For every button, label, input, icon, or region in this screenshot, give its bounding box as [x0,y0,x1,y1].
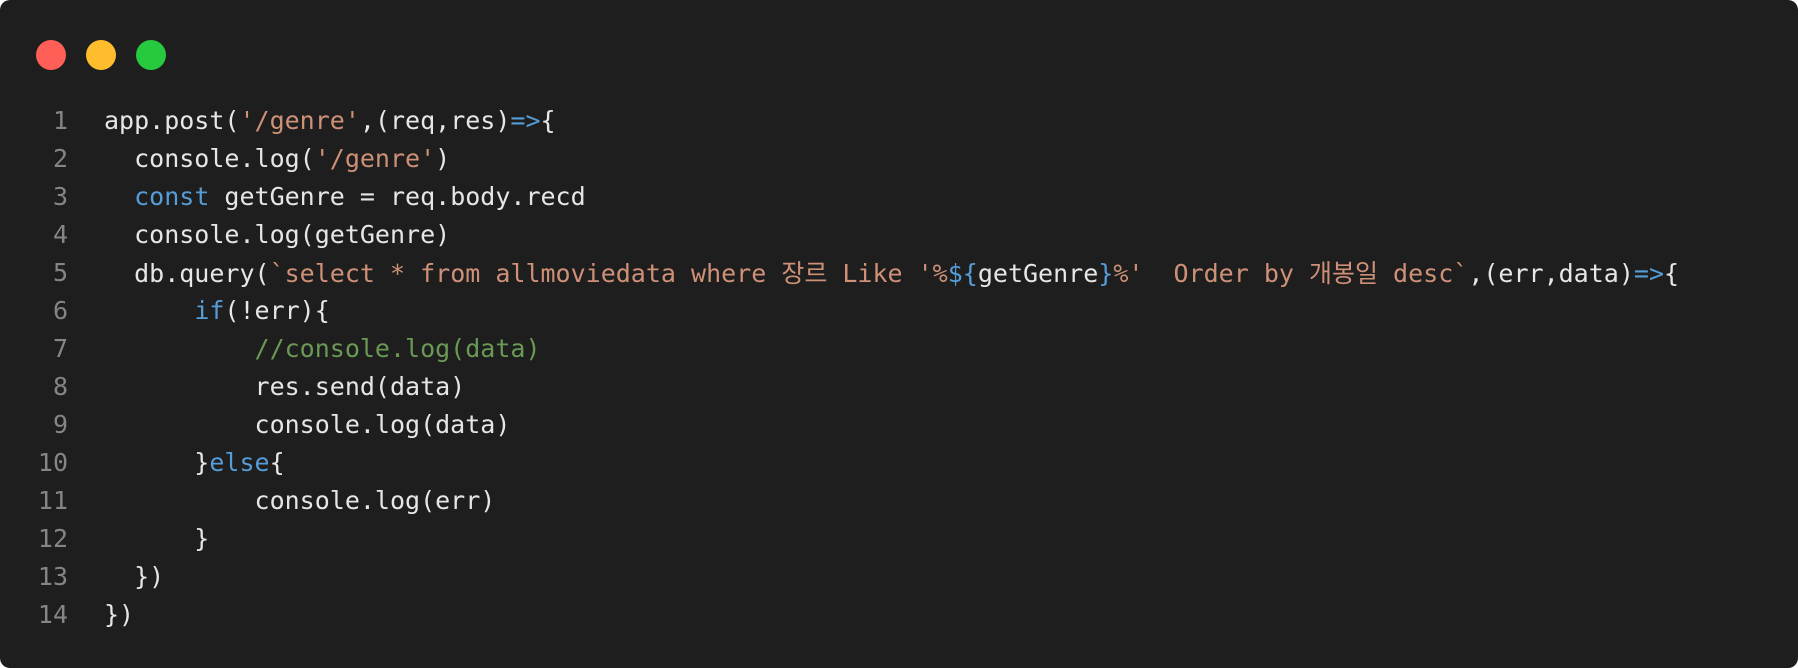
code-token: getGenre [977,259,1099,288]
code-token: } [1098,259,1114,288]
line-number: 3 [52,181,68,211]
code-token: `select * from allmoviedata where 장르 Lik… [269,259,948,288]
line-number: 9 [52,409,68,439]
line-number: 7 [52,333,68,363]
code-token: app.post( [104,105,240,135]
code-line: 13 }) [0,557,1798,595]
code-line: 6 if(!err){ [0,291,1798,329]
code-token: { [540,105,556,135]
code-token: { [269,447,285,477]
code-token: { [1664,259,1680,288]
code-block: 1 app.post('/genre',(req,res)=>{2 console… [0,101,1798,633]
code-token: '/genre' [314,143,436,173]
code-token: => [1633,259,1664,288]
line-source: if(!err){ [68,295,330,325]
line-number: 10 [37,447,68,477]
line-number: 5 [52,257,68,287]
code-token: res.send(data) [104,371,466,401]
line-source: }) [68,600,134,629]
code-token: const [134,181,210,211]
code-line: 14}) [0,595,1798,633]
code-token: if [194,295,225,325]
code-token: console.log(data) [104,409,511,439]
line-source: res.send(data) [68,371,466,401]
code-token: ,(req,res) [359,105,511,135]
line-source: const getGenre = req.body.recd [68,182,586,211]
code-line: 10 }else{ [0,443,1798,481]
code-token: ) [435,143,451,173]
minimize-button[interactable] [86,40,116,70]
line-number: 13 [37,561,68,591]
line-source: console.log('/genre') [68,144,450,173]
line-number: 6 [52,295,68,325]
line-number: 8 [52,371,68,401]
code-token: '/genre' [239,105,360,135]
code-token: } [104,523,210,553]
window-controls [36,40,166,70]
code-token: => [510,105,541,135]
code-token: (!err){ [224,295,330,325]
code-token: ${ [947,259,978,288]
line-source: }else{ [68,447,285,477]
code-line: 1 app.post('/genre',(req,res)=>{ [0,101,1798,139]
line-source: db.query(`select * from allmoviedata whe… [68,254,1679,290]
line-source: app.post('/genre',(req,res)=>{ [68,106,556,135]
code-token: }) [104,561,165,591]
line-source: console.log(err) [68,485,496,515]
code-token: //console.log(data) [254,333,541,363]
code-token: db.query( [104,259,270,288]
code-token: console.log(getGenre) [104,219,451,249]
code-token: ,(err,data) [1468,259,1634,288]
line-number: 14 [37,599,68,629]
code-token: }) [104,599,135,629]
code-token: getGenre = req.body.recd [209,181,586,211]
code-line: 3 const getGenre = req.body.recd [0,177,1798,215]
code-token: console.log( [104,143,315,173]
line-number: 12 [37,523,68,553]
code-line: 7 //console.log(data) [0,329,1798,367]
code-line: 5 db.query(`select * from allmoviedata w… [0,253,1798,291]
line-number: 4 [52,219,68,249]
close-button[interactable] [36,40,66,70]
code-line: 2 console.log('/genre') [0,139,1798,177]
code-window: 1 app.post('/genre',(req,res)=>{2 console… [0,0,1798,668]
line-source: //console.log(data) [68,334,541,363]
line-source: console.log(getGenre) [68,220,450,249]
line-number: 2 [52,143,68,173]
code-token: console.log(err) [104,485,496,515]
code-line: 4 console.log(getGenre) [0,215,1798,253]
line-source: } [68,524,209,553]
line-number: 11 [37,485,68,515]
code-line: 8 res.send(data) [0,367,1798,405]
code-token: } [104,447,210,477]
maximize-button[interactable] [136,40,166,70]
code-line: 11 console.log(err) [0,481,1798,519]
line-source: console.log(data) [68,409,511,439]
code-line: 12 } [0,519,1798,557]
line-source: }) [68,562,164,591]
code-token: else [209,447,270,477]
line-number: 1 [52,105,68,135]
code-line: 9 console.log(data) [0,405,1798,443]
code-token: %' Order by 개봉일 desc` [1113,259,1469,288]
